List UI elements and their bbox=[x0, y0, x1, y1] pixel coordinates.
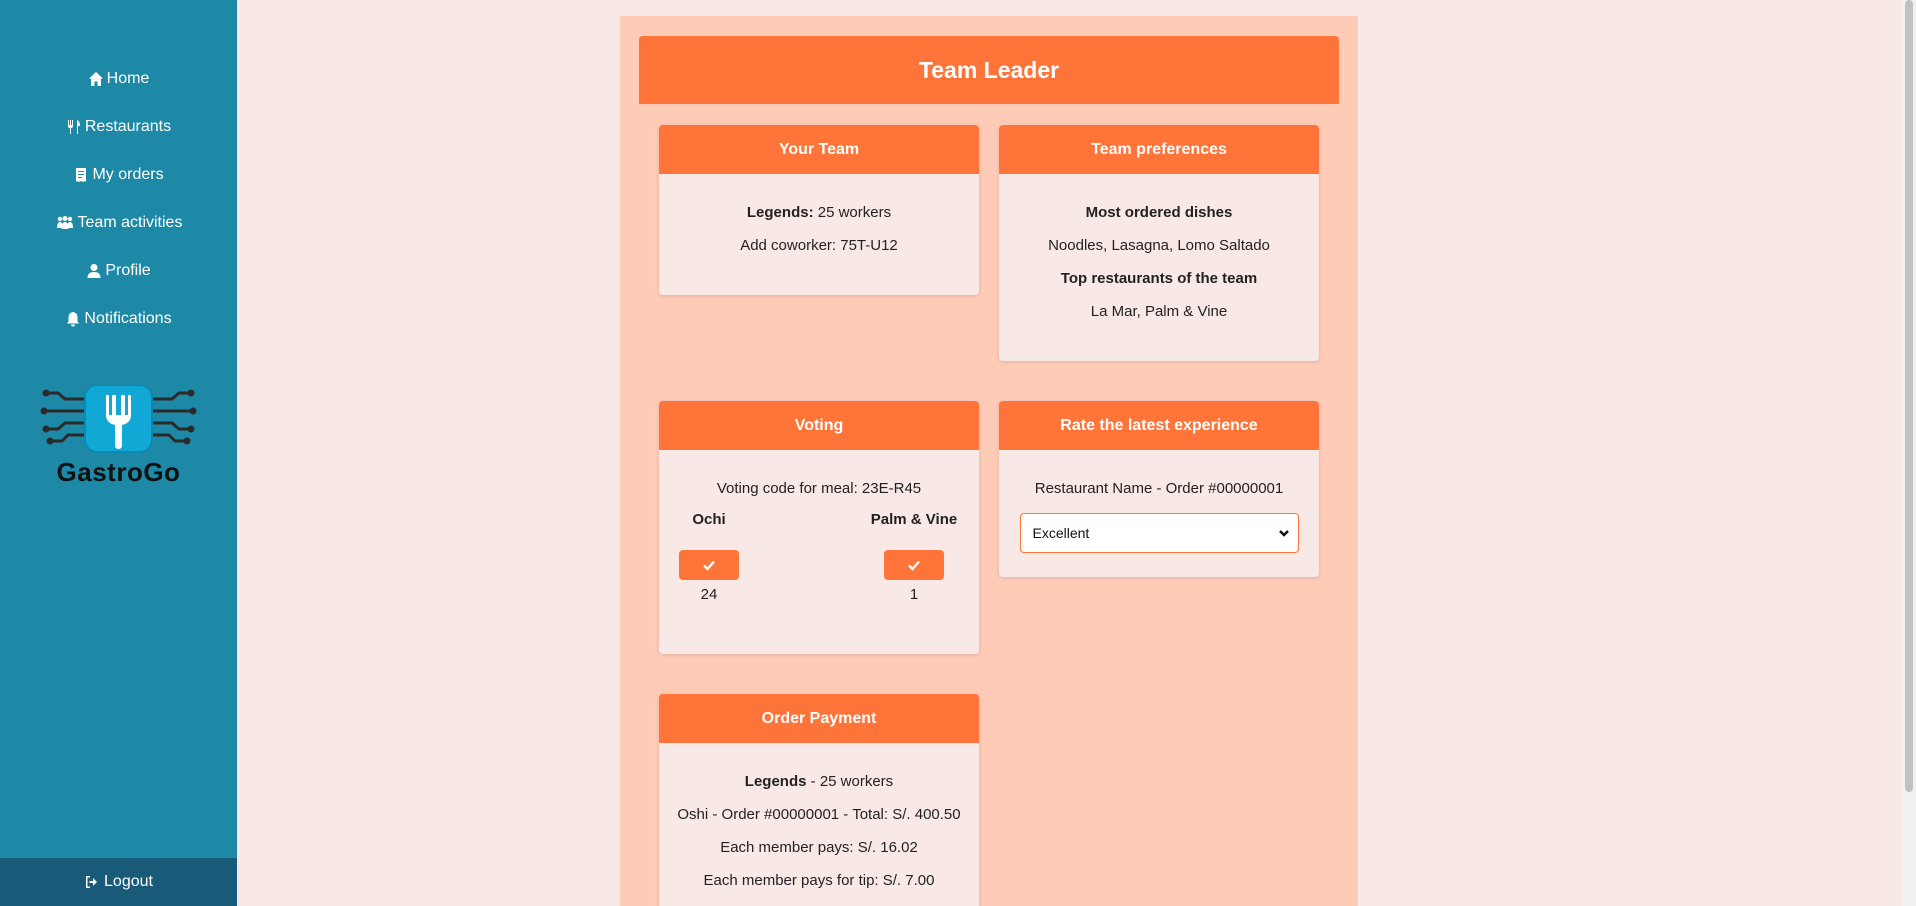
sidebar-item-label: Profile bbox=[105, 262, 151, 279]
sidebar-item-profile[interactable]: Profile bbox=[0, 256, 237, 286]
team-name: Legends: bbox=[746, 204, 814, 221]
vote-options: Ochi 24 Palm & Vine 1 bbox=[659, 511, 979, 603]
voting-header: Voting bbox=[659, 401, 979, 450]
fork-chip-icon bbox=[40, 384, 197, 453]
logo-text: GastroGo bbox=[56, 457, 181, 487]
vote-button[interactable] bbox=[679, 550, 739, 580]
rating-selected-value: Excellent bbox=[1032, 525, 1090, 541]
people-icon bbox=[56, 216, 73, 229]
sidebar-item-label: Notifications bbox=[84, 310, 172, 327]
main-panel: Team Leader Your Team Legends: 25 worker… bbox=[620, 16, 1358, 906]
your-team-header: Your Team bbox=[659, 125, 979, 174]
vote-count: 24 bbox=[700, 586, 718, 603]
home-icon bbox=[88, 72, 103, 86]
page-title: Team Leader bbox=[639, 36, 1339, 104]
your-team-card: Your Team Legends: 25 workers Add cowork… bbox=[659, 125, 979, 295]
dishes-title: Most ordered dishes bbox=[1085, 204, 1233, 221]
order-payment-header: Order Payment bbox=[659, 694, 979, 743]
team-size: 25 workers bbox=[813, 204, 892, 221]
vote-option: Palm & Vine 1 bbox=[869, 511, 959, 603]
team-preferences-card: Team preferences Most ordered dishes Noo… bbox=[999, 125, 1319, 361]
payment-order-line: Oshi - Order #00000001 - Total: S/. 400.… bbox=[677, 806, 961, 823]
rating-order: Restaurant Name - Order #00000001 bbox=[1034, 480, 1284, 497]
vote-option: Ochi 24 bbox=[679, 511, 739, 603]
sidebar-item-team-activities[interactable]: Team activities bbox=[0, 208, 237, 238]
check-icon bbox=[703, 560, 715, 571]
chevron-down-icon bbox=[1278, 530, 1289, 537]
order-payment-card: Order Payment Legends - 25 workers Oshi … bbox=[659, 694, 979, 906]
sidebar-item-label: Team activities bbox=[77, 214, 183, 231]
restaurants-title: Top restaurants of the team bbox=[1060, 270, 1258, 287]
payment-team-size: - 25 workers bbox=[806, 773, 894, 790]
payment-team-name: Legends bbox=[744, 773, 807, 790]
utensils-icon bbox=[67, 120, 80, 134]
voting-code: Voting code for meal: 23E-R45 bbox=[716, 480, 922, 497]
user-icon bbox=[87, 264, 101, 278]
sidebar-item-notifications[interactable]: Notifications bbox=[0, 304, 237, 334]
page-scrollbar[interactable] bbox=[1902, 0, 1916, 906]
gastrogo-logo: GastroGo bbox=[40, 384, 197, 495]
payment-tip: Each member pays for tip: S/. 7.00 bbox=[703, 872, 935, 889]
sidebar-item-my-orders[interactable]: My orders bbox=[0, 160, 237, 190]
restaurants-list: La Mar, Palm & Vine bbox=[1090, 303, 1228, 320]
scrollbar-thumb[interactable] bbox=[1905, 0, 1913, 792]
logout-button[interactable]: Logout bbox=[0, 858, 237, 906]
rating-select[interactable]: Excellent bbox=[1019, 513, 1299, 553]
voting-card: Voting Voting code for meal: 23E-R45 Och… bbox=[659, 401, 979, 654]
payment-each-member: Each member pays: S/. 16.02 bbox=[720, 839, 918, 856]
logout-icon bbox=[86, 876, 98, 888]
add-coworker-code: Add coworker: 75T-U12 bbox=[740, 237, 898, 254]
sidebar-item-label: My orders bbox=[92, 166, 164, 183]
receipt-icon bbox=[76, 168, 87, 182]
sidebar-item-restaurants[interactable]: Restaurants bbox=[0, 112, 237, 142]
payment-team-summary: Legends - 25 workers bbox=[659, 765, 979, 798]
sidebar-item-label: Restaurants bbox=[84, 118, 172, 135]
vote-count: 1 bbox=[909, 586, 919, 603]
sidebar-item-label: Home bbox=[106, 70, 150, 87]
rating-card: Rate the latest experience Restaurant Na… bbox=[999, 401, 1319, 577]
rating-header: Rate the latest experience bbox=[999, 401, 1319, 450]
dishes-list: Noodles, Lasagna, Lomo Saltado bbox=[1048, 237, 1270, 254]
vote-option-name: Ochi bbox=[692, 511, 726, 528]
team-summary: Legends: 25 workers bbox=[659, 196, 979, 229]
check-icon bbox=[908, 560, 920, 571]
logout-label: Logout bbox=[104, 873, 153, 890]
sidebar: Home Restaurants My orders Team activiti… bbox=[0, 0, 237, 906]
sidebar-item-home[interactable]: Home bbox=[0, 64, 237, 94]
team-preferences-header: Team preferences bbox=[999, 125, 1319, 174]
bell-icon bbox=[67, 312, 80, 327]
vote-option-name: Palm & Vine bbox=[870, 511, 958, 528]
vote-button[interactable] bbox=[884, 550, 944, 580]
